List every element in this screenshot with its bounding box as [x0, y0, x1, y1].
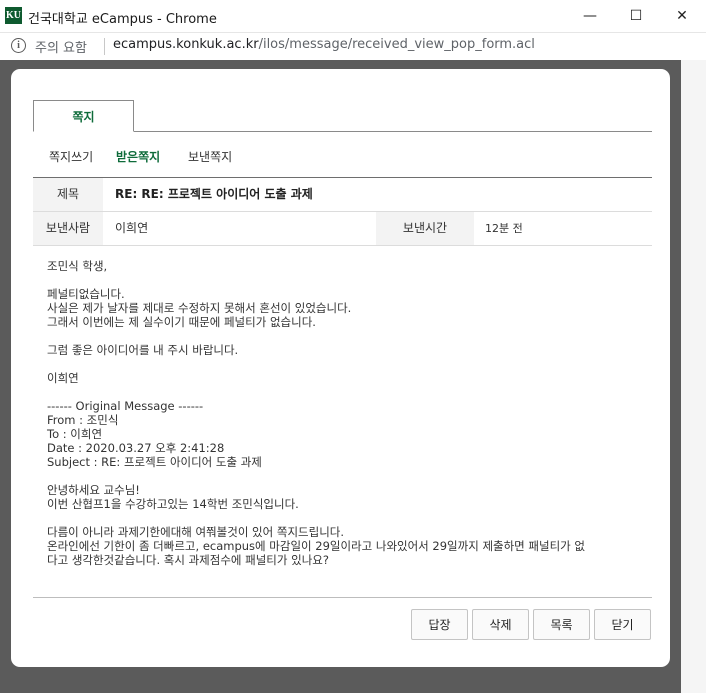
message-line — [47, 329, 647, 343]
sender-row: 보낸사람 이희연 보낸시간 12분 전 — [33, 212, 652, 245]
message-line: 그래서 이번에는 제 실수이기 때문에 페널티가 없습니다. — [47, 315, 316, 329]
sender-value: 이희연 — [115, 221, 149, 235]
window-titlebar: KU 건국대학교 eCampus - Chrome — ☐ ✕ — [0, 0, 706, 33]
delete-button[interactable]: 삭제 — [472, 609, 529, 640]
message-line: 다고 생각한것같습니다. 혹시 과제점수에 패널티가 있나요? — [47, 553, 329, 567]
close-window-button[interactable]: ✕ — [659, 0, 705, 32]
subject-label: 제목 — [33, 178, 103, 211]
message-body: 조민식 학생, 페널티없습니다. 사실은 제가 날자를 제대로 수정하지 못해서 혼… — [47, 259, 647, 567]
minimize-icon: — — [583, 8, 597, 24]
message-line: 그럼 좋은 아이디어를 내 주시 바랍니다. — [47, 343, 239, 357]
message-line: To : 이희연 — [47, 427, 103, 441]
message-line: 이번 산협프1을 수강하고있는 14학번 조민식입니다. — [47, 497, 299, 511]
message-line — [47, 357, 647, 371]
message-line — [47, 511, 647, 525]
header-bottom-border — [33, 245, 652, 246]
footer-divider — [33, 597, 652, 598]
message-line: Subject : RE: 프로젝트 아이디어 도출 과제 — [47, 455, 262, 469]
message-line — [47, 273, 647, 287]
minimize-button[interactable]: — — [567, 0, 613, 32]
message-line: 사실은 제가 날자를 제대로 수정하지 못해서 혼선이 있었습니다. — [47, 301, 352, 315]
address-divider — [104, 38, 105, 55]
close-button[interactable]: 닫기 — [594, 609, 651, 640]
url-path: /ilos/message/received_view_pop_form.acl — [258, 37, 535, 52]
message-line: Date : 2020.03.27 오후 2:41:28 — [47, 441, 225, 455]
subnav-received[interactable]: 받은쪽지 — [116, 148, 160, 165]
page-backdrop — [681, 60, 706, 693]
subject-value: RE: RE: 프로젝트 아이디어 도출 과제 — [115, 187, 313, 201]
reply-button[interactable]: 답장 — [411, 609, 468, 640]
message-dialog: 쪽지 쪽지쓰기 받은쪽지 보낸쪽지 제목 RE: RE: 프로젝트 아이디어 도… — [11, 69, 670, 667]
message-line: ------ Original Message ------ — [47, 399, 204, 413]
subnav-sent[interactable]: 보낸쪽지 — [188, 148, 232, 165]
security-label[interactable]: 주의 요함 — [35, 37, 87, 56]
sender-label: 보낸사람 — [33, 212, 103, 245]
sent-time-value: 12분 전 — [485, 222, 523, 235]
address-bar[interactable]: i 주의 요함 ecampus.konkuk.ac.kr/ilos/messag… — [0, 33, 706, 60]
message-line — [47, 385, 647, 399]
message-line: 온라인에선 기한이 좀 더빠르고, ecampus에 마감일이 29일이라고 나… — [47, 539, 585, 553]
message-line: From : 조민식 — [47, 413, 119, 427]
message-line: 다름이 아니라 과제기한에대해 여쭤볼것이 있어 쪽지드립니다. — [47, 525, 345, 539]
window-title: 건국대학교 eCampus - Chrome — [28, 12, 217, 27]
url-text[interactable]: ecampus.konkuk.ac.kr/ilos/message/receiv… — [113, 37, 535, 52]
konkuk-logo-icon: KU — [5, 7, 22, 24]
sent-time-label: 보낸시간 — [376, 212, 474, 245]
message-line — [47, 469, 647, 483]
close-icon: ✕ — [676, 8, 688, 24]
message-line: 조민식 학생, — [47, 259, 108, 273]
info-icon[interactable]: i — [11, 38, 26, 53]
message-line: 이희연 — [47, 371, 79, 385]
list-button[interactable]: 목록 — [533, 609, 590, 640]
maximize-button[interactable]: ☐ — [613, 0, 659, 32]
url-host: ecampus.konkuk.ac.kr — [113, 37, 259, 52]
tab-message[interactable]: 쪽지 — [33, 100, 134, 132]
subject-row: 제목 RE: RE: 프로젝트 아이디어 도출 과제 — [33, 178, 652, 211]
message-line: 페널티없습니다. — [47, 287, 125, 301]
message-line: 안녕하세요 교수님! — [47, 483, 140, 497]
maximize-icon: ☐ — [629, 8, 643, 24]
subnav-compose[interactable]: 쪽지쓰기 — [49, 148, 93, 165]
